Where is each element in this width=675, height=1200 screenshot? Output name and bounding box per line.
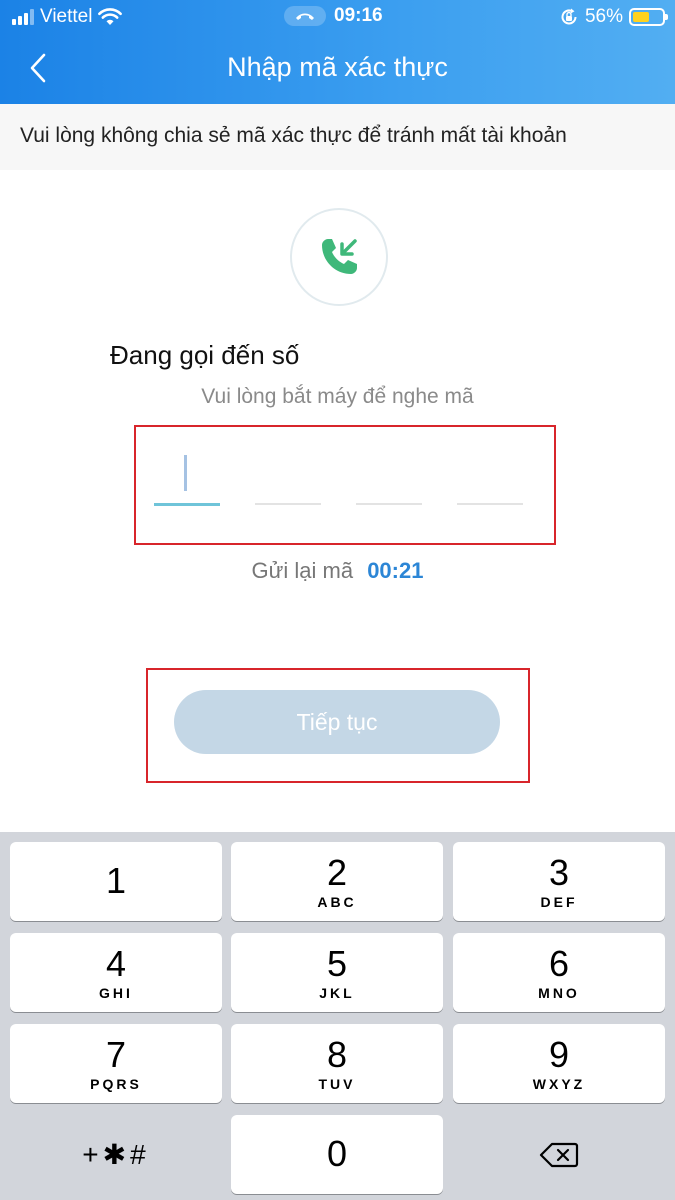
key-3[interactable]: 3 DEF xyxy=(453,842,665,921)
incoming-call-badge xyxy=(290,208,388,306)
status-left: Viettel xyxy=(12,6,123,28)
instruction-text: Vui lòng bắt máy để nghe mã xyxy=(201,385,474,408)
key-digit: 0 xyxy=(326,1132,348,1174)
otp-slot-1[interactable] xyxy=(154,503,220,506)
otp-slot-4[interactable] xyxy=(457,503,523,505)
page-title: Nhập mã xác thực xyxy=(227,52,448,82)
otp-slot-2[interactable] xyxy=(255,503,321,505)
key-2[interactable]: 2 ABC xyxy=(231,842,443,921)
wifi-icon xyxy=(98,8,123,25)
key-letters: TUV xyxy=(318,1075,356,1092)
numeric-keypad: 1 2 ABC 3 DEF 4 GHI 5 JKL 6 MNO 7 PQRS 8… xyxy=(0,832,675,1200)
orientation-lock-icon xyxy=(561,8,577,25)
key-letters: ABC xyxy=(317,893,357,910)
key-7[interactable]: 7 PQRS xyxy=(10,1024,222,1103)
key-0[interactable]: 0 xyxy=(231,1115,443,1194)
key-digit: 8 xyxy=(326,1033,348,1075)
key-digit: 1 xyxy=(105,859,127,901)
key-digit: 5 xyxy=(326,942,348,984)
key-8[interactable]: 8 TUV xyxy=(231,1024,443,1103)
continue-button[interactable]: Tiếp tục xyxy=(174,690,500,754)
signal-strength-icon xyxy=(12,9,34,25)
incoming-call-icon xyxy=(322,239,357,274)
battery-level xyxy=(633,12,649,22)
key-symbols[interactable]: +✱# xyxy=(10,1115,222,1194)
key-digit: 4 xyxy=(105,942,127,984)
key-4[interactable]: 4 GHI xyxy=(10,933,222,1012)
key-6[interactable]: 6 MNO xyxy=(453,933,665,1012)
battery-percent: 56% xyxy=(584,6,623,27)
header: Viettel 09:16 56% Nhập mã xác thực xyxy=(0,0,675,104)
nav-bar: Nhập mã xác thực xyxy=(0,34,675,104)
status-right: 56% xyxy=(559,6,668,28)
key-letters: WXYZ xyxy=(532,1075,586,1092)
otp-input-group xyxy=(134,425,556,545)
battery-icon xyxy=(629,8,668,26)
text-cursor xyxy=(184,455,187,491)
otp-slot-3[interactable] xyxy=(356,503,422,505)
key-delete[interactable] xyxy=(453,1115,665,1194)
key-letters: PQRS xyxy=(90,1075,142,1092)
key-digit: 9 xyxy=(548,1033,570,1075)
resend-code-link[interactable]: Gửi lại mã xyxy=(252,558,354,583)
key-5[interactable]: 5 JKL xyxy=(231,933,443,1012)
key-digit: 2 xyxy=(326,851,348,893)
key-digit: 7 xyxy=(105,1033,127,1075)
key-letters: MNO xyxy=(538,984,580,1001)
key-digit: 6 xyxy=(548,942,570,984)
key-letters: DEF xyxy=(540,893,578,910)
status-center: 09:16 xyxy=(284,5,383,27)
calling-label: Đang gọi đến số xyxy=(110,340,300,370)
key-letters: JKL xyxy=(319,984,355,1001)
security-notice: Vui lòng không chia sẻ mã xác thực để tr… xyxy=(0,104,675,170)
symbols-label: +✱# xyxy=(82,1139,150,1170)
active-call-icon[interactable] xyxy=(284,6,326,26)
status-bar: Viettel 09:16 56% xyxy=(0,0,675,34)
carrier-name: Viettel xyxy=(40,6,93,27)
key-9[interactable]: 9 WXYZ xyxy=(453,1024,665,1103)
backspace-icon xyxy=(539,1142,579,1167)
key-letters: GHI xyxy=(99,984,133,1001)
key-1[interactable]: 1 xyxy=(10,842,222,921)
status-time: 09:16 xyxy=(334,5,383,26)
key-digit: 3 xyxy=(548,851,570,893)
resend-countdown: 00:21 xyxy=(367,558,424,583)
resend-row: Gửi lại mã 00:21 xyxy=(0,558,675,584)
